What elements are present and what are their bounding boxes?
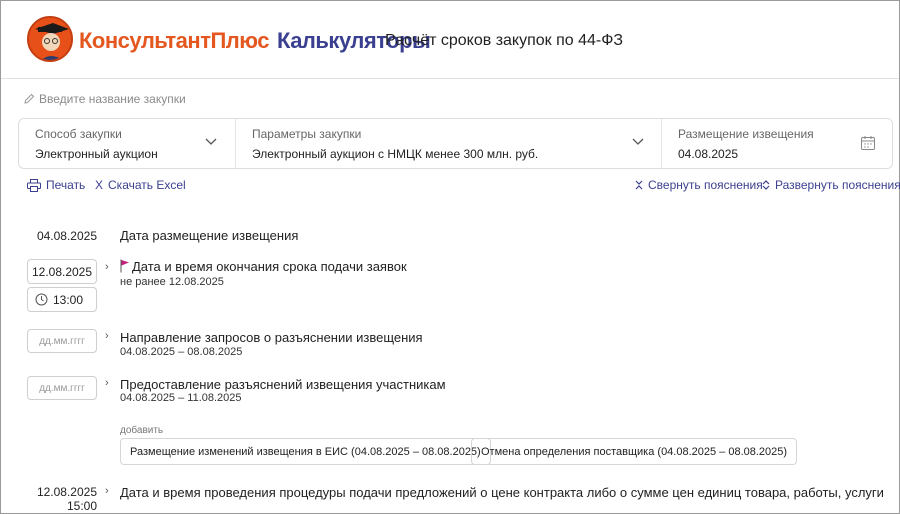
timeline-item-title: Направление запросов о разъяснении извещ… <box>120 330 423 345</box>
expand-arrow-icon[interactable]: › <box>105 377 109 389</box>
download-excel-button[interactable]: X Скачать Excel <box>95 178 186 192</box>
timeline-item-sub: 04.08.2025 – 11.08.2025 <box>120 392 242 404</box>
logo-brand: КонсультантПлюс <box>79 28 270 53</box>
expand-label: Развернуть пояснения <box>775 178 900 192</box>
method-value: Электронный аукцион <box>35 147 158 161</box>
printer-icon <box>27 178 41 192</box>
flag-icon <box>120 259 129 273</box>
auction-date: 12.08.2025 <box>36 485 97 499</box>
timeline-item-title: Предоставление разъяснений извещения уча… <box>120 377 446 392</box>
expand-arrow-icon[interactable]: › <box>105 485 109 497</box>
purchase-name-placeholder: Введите название закупки <box>39 92 186 106</box>
pencil-icon <box>24 93 35 104</box>
date-input[interactable]: дд.мм.гггг <box>27 329 97 353</box>
placement-label: Размещение извещения <box>678 127 814 141</box>
collapse-notes-button[interactable]: Свернуть пояснения <box>635 178 763 192</box>
clock-icon <box>35 293 48 306</box>
purchase-name-input[interactable]: Введите название закупки <box>23 92 186 106</box>
parameters-panel: Способ закупки Электронный аукцион Парам… <box>18 118 893 169</box>
placement-date-field[interactable]: Размещение извещения 04.08.2025 <box>661 119 892 168</box>
expand-icon <box>762 180 770 190</box>
expand-arrow-icon[interactable]: › <box>105 330 109 342</box>
expand-notes-button[interactable]: Развернуть пояснения <box>762 178 900 192</box>
collapse-icon <box>635 180 643 190</box>
chevron-down-icon <box>632 138 644 145</box>
date-input[interactable]: дд.мм.гггг <box>27 376 97 400</box>
logo-text[interactable]: КонсультантПлюс Калькуляторы <box>79 28 431 54</box>
placement-date: 04.08.2025 <box>36 229 97 243</box>
action-bar: Печать X Скачать Excel Свернуть пояснени… <box>27 178 900 194</box>
collapse-label: Свернуть пояснения <box>648 178 763 192</box>
add-label: добавить <box>120 425 164 436</box>
parameters-value: Электронный аукцион с НМЦК менее 300 млн… <box>252 147 539 161</box>
deadline-time-value: 13:00 <box>53 292 84 307</box>
parameters-label: Параметры закупки <box>252 127 362 141</box>
excel-label: Скачать Excel <box>108 178 186 192</box>
print-label: Печать <box>46 178 86 192</box>
method-select[interactable]: Способ закупки Электронный аукцион <box>19 119 235 168</box>
app-header: КонсультантПлюс Калькуляторы Расчёт сроко… <box>1 1 899 79</box>
timeline-item-sub: не ранее 12.08.2025 <box>120 276 224 288</box>
auction-time: 15:00 <box>66 499 97 513</box>
deadline-time-field[interactable]: 13:00 <box>27 287 97 312</box>
print-button[interactable]: Печать <box>27 178 85 192</box>
excel-icon: X <box>95 178 104 192</box>
logo-emblem <box>27 16 73 62</box>
timeline-item-title: Дата и время окончания срока подачи заяв… <box>132 259 407 274</box>
deadline-date-field[interactable]: 12.08.2025 <box>27 259 97 284</box>
page-title: Расчёт сроков закупок по 44-ФЗ <box>385 32 624 49</box>
timeline-item-title: Дата и время проведения процедуры подачи… <box>120 485 884 500</box>
chevron-down-icon <box>205 138 217 145</box>
method-label: Способ закупки <box>35 127 122 141</box>
timeline-item-sub: 04.08.2025 – 08.08.2025 <box>120 346 243 358</box>
add-changes-chip[interactable]: Размещение изменений извещения в ЕИС (04… <box>120 438 491 465</box>
expand-arrow-icon[interactable]: › <box>105 261 109 273</box>
timeline-item-title: Дата размещение извещения <box>120 228 299 243</box>
calendar-icon[interactable] <box>860 135 876 151</box>
add-cancel-chip[interactable]: Отмена определения поставщика (04.08.202… <box>471 438 798 465</box>
placement-value: 04.08.2025 <box>678 147 739 161</box>
parameters-select[interactable]: Параметры закупки Электронный аукцион с … <box>235 119 661 168</box>
